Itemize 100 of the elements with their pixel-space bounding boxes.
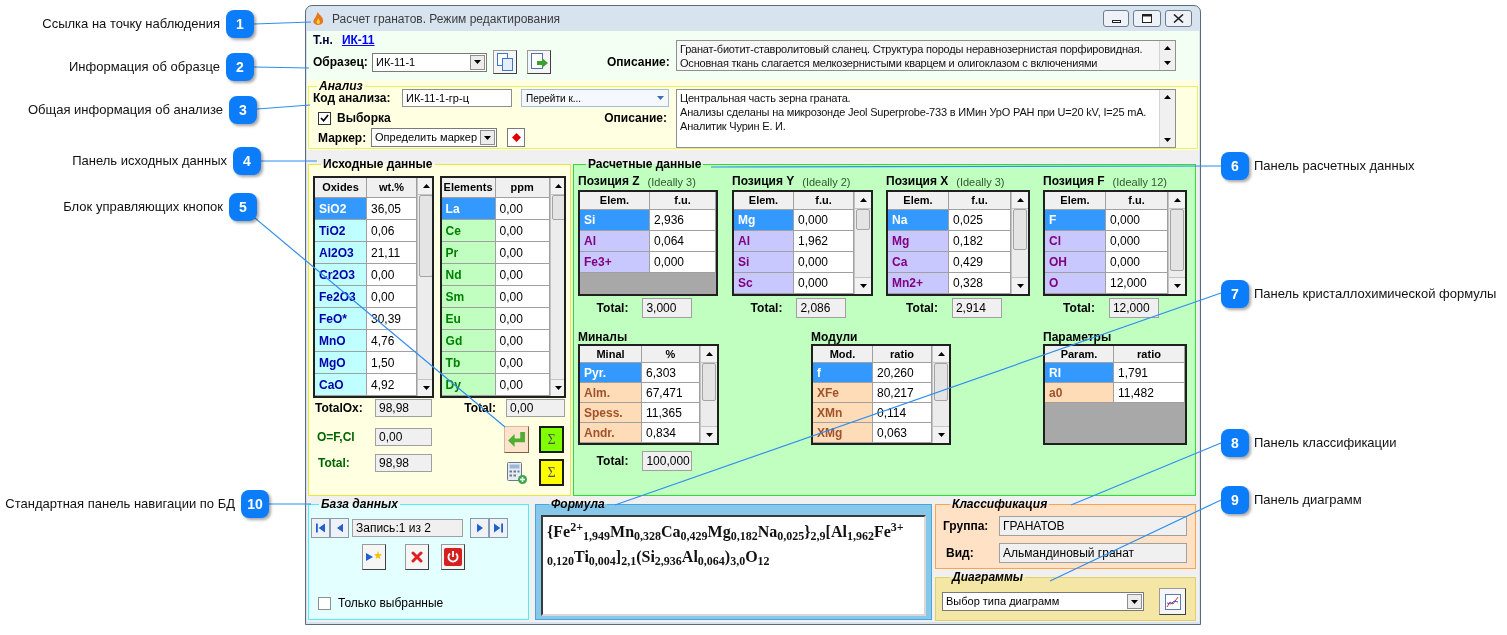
copy-button[interactable] [493, 50, 517, 74]
callout-badge: 2 [226, 53, 254, 81]
scrollbar[interactable] [1011, 192, 1028, 294]
group-field[interactable]: ГРАНАТОВ [999, 516, 1187, 536]
last-record-button[interactable] [489, 518, 508, 538]
scrollbar-thumb[interactable] [702, 363, 716, 401]
table-cell[interactable]: Mg [888, 231, 949, 252]
table-cell: 0,064 [650, 231, 716, 252]
table-cell[interactable]: Al2O3 [315, 242, 367, 264]
caret-down-icon [1016, 284, 1024, 288]
table-cell[interactable]: a0 [1045, 383, 1114, 403]
marker-color-button[interactable] [507, 128, 525, 147]
table-cell[interactable]: Tb [441, 352, 496, 374]
group-label: Группа: [942, 518, 990, 535]
goto-dropdown[interactable]: Перейти к... [521, 89, 669, 107]
marker-dropdown[interactable]: Определить маркер [371, 128, 497, 147]
table-cell[interactable]: Sm [441, 286, 496, 308]
text-field[interactable]: 2,086 [796, 298, 847, 318]
table-cell: 20,260 [873, 363, 932, 383]
sum-button[interactable]: Σ [539, 426, 564, 453]
power-button[interactable] [441, 544, 465, 570]
diagram-button[interactable] [1159, 588, 1186, 615]
scrollbar-thumb[interactable] [934, 363, 948, 401]
table-cell[interactable]: Al [734, 231, 794, 252]
table-cell[interactable]: Ca [888, 252, 949, 273]
text-field[interactable]: 100,000 [642, 451, 693, 471]
table-cell[interactable]: Si [734, 252, 794, 273]
maximize-button[interactable] [1133, 10, 1161, 27]
scrollbar[interactable] [854, 192, 871, 294]
table-cell[interactable]: Fe2O3 [315, 286, 367, 308]
delete-record-button[interactable] [405, 544, 429, 570]
table-cell[interactable]: Nd [441, 264, 496, 286]
scrollbar-thumb[interactable] [1013, 209, 1027, 250]
next-record-button[interactable] [470, 518, 489, 538]
enter-button[interactable] [504, 426, 529, 453]
scrollbar-thumb[interactable] [856, 209, 870, 230]
scrollbar[interactable] [932, 346, 949, 443]
point-link[interactable]: ИК-11 [341, 31, 375, 49]
scrollbar[interactable] [417, 178, 432, 396]
table-cell[interactable]: Spess. [580, 403, 642, 423]
table-cell[interactable]: MnO [315, 330, 367, 352]
text-field[interactable]: 2,914 [951, 298, 1002, 318]
close-button[interactable] [1165, 10, 1192, 27]
scrollbar-thumb[interactable] [1170, 209, 1184, 271]
first-record-button[interactable] [311, 518, 330, 538]
table-cell[interactable]: Cr2O3 [315, 264, 367, 286]
table-cell[interactable]: Andr. [580, 423, 642, 443]
callout-label: Панель классификации [1254, 434, 1397, 453]
table-cell: 0,000 [1106, 231, 1168, 252]
window-title: Расчет гранатов. Режим редактирования [332, 10, 561, 28]
add-record-button[interactable] [362, 544, 386, 570]
sample-dropdown[interactable]: ИК-11-1 [372, 52, 487, 72]
table-cell[interactable]: TiO2 [315, 220, 367, 242]
text-field[interactable]: 98,98 [375, 454, 432, 472]
export-button[interactable] [527, 50, 551, 74]
scrollbar[interactable] [1168, 192, 1185, 294]
checkmark-icon [320, 114, 329, 122]
analysis-code-field[interactable]: ИК-11-1-гр-ц [402, 89, 512, 107]
table-cell[interactable]: XMg [813, 423, 873, 443]
table-cell[interactable]: MgO [315, 352, 367, 374]
table-cell[interactable]: OH [1045, 252, 1106, 273]
scrollbar-thumb[interactable] [551, 195, 564, 220]
table-cell[interactable]: Gd [441, 330, 496, 352]
record-field[interactable]: Запись:1 из 2 [352, 519, 463, 537]
table-cell[interactable]: Ce [441, 220, 496, 242]
sum-button[interactable]: Σ [539, 459, 564, 486]
table-cell[interactable]: O [1045, 273, 1106, 294]
checkbox[interactable] [318, 596, 331, 610]
table-cell[interactable]: Fe3+ [580, 252, 650, 273]
table-cell[interactable]: FeO* [315, 308, 367, 330]
section-title: Расчетные данные [587, 158, 703, 171]
table-cell[interactable]: Alm. [580, 383, 642, 403]
callout-label: Панель исходных данных [72, 152, 227, 171]
text-field[interactable]: 3,000 [642, 298, 693, 318]
triangle-left-icon [336, 523, 343, 533]
table-cell[interactable]: Cl [1045, 231, 1106, 252]
calculator-button[interactable] [504, 459, 529, 486]
description-field[interactable]: Гранат-биотит-ставролитовый сланец. Структура породы неравнозернистая порфировидная. Основная ткань слагается мелкозернистыми кварцем и олигоклазом с включениями [676, 40, 1176, 71]
table-cell[interactable]: Mn2+ [888, 273, 949, 294]
table-cell: 0,025 [949, 210, 1011, 231]
table-cell[interactable]: XFe [813, 383, 873, 403]
text-field[interactable]: 12,000 [1108, 298, 1159, 318]
table-cell[interactable]: Sc [734, 273, 794, 294]
scrollbar-thumb[interactable] [419, 195, 432, 277]
diagram-type-dropdown[interactable]: Выбор типа диаграмм [942, 592, 1144, 611]
checkbox[interactable] [318, 111, 331, 125]
analysis-description-field[interactable]: Центральная часть зерна граната. Анализы сделаны на микрозонде Jeol Superprobe-733 в ИМин УрО РАН при U=20 kV, I=25 mA. Аналитик Чурин Е. И. [676, 89, 1176, 148]
previous-record-button[interactable] [330, 518, 349, 538]
minimize-button[interactable] [1103, 10, 1129, 27]
scrollbar[interactable] [700, 346, 717, 443]
table-cell[interactable]: CaO [315, 374, 367, 396]
table-cell[interactable]: Al [580, 231, 650, 252]
text-field[interactable]: 98,98 [375, 399, 432, 417]
table-cell[interactable]: Eu [441, 308, 496, 330]
text-field[interactable]: 0,00 [375, 428, 432, 446]
scrollbar[interactable] [1159, 90, 1175, 147]
scrollbar[interactable] [1159, 41, 1175, 70]
text-field[interactable]: 0,00 [506, 399, 565, 417]
table-cell[interactable]: Pr [441, 242, 496, 264]
table-cell[interactable]: XMn [813, 403, 873, 423]
